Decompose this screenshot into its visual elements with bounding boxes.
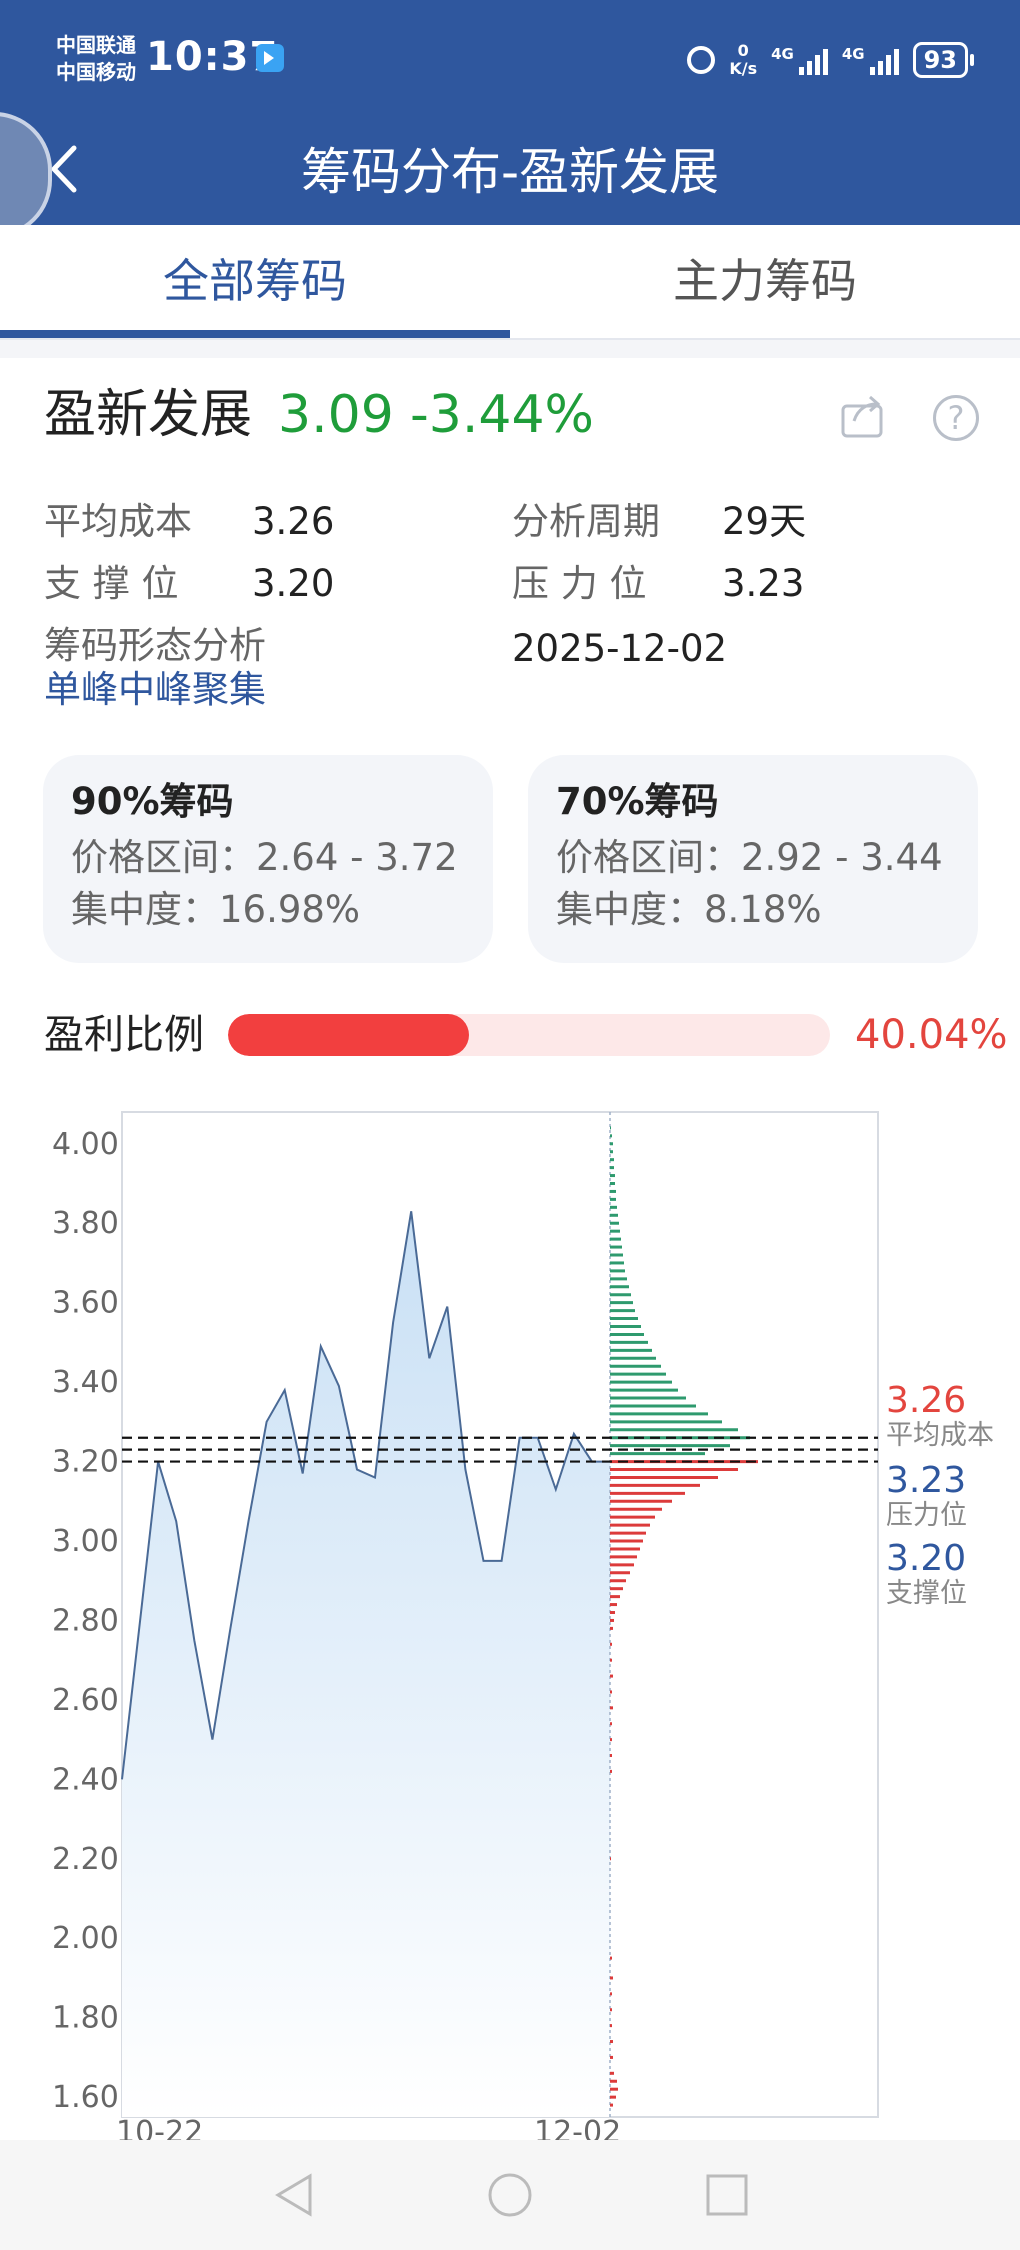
range-label: 价格区间：: [556, 836, 741, 879]
stock-name: 盈新发展: [44, 385, 253, 445]
y-tick-label: 2.00: [52, 1921, 119, 1956]
y-tick-label: 3.80: [52, 1206, 119, 1241]
analysis-date: 2025-12-02: [512, 627, 728, 670]
share-icon[interactable]: [840, 394, 888, 438]
avg-cost-value: 3.26: [252, 500, 335, 543]
nav-recent-icon[interactable]: [702, 2170, 752, 2220]
tab-all-chips[interactable]: 全部筹码: [0, 225, 510, 338]
stock-price: 3.09: [278, 385, 394, 445]
support-value: 3.20: [252, 562, 335, 605]
reference-name-label: 平均成本: [886, 1420, 994, 1451]
concentration-value: 8.18%: [704, 888, 822, 931]
card-title: 70%筹码: [556, 780, 719, 823]
system-nav-bar: [0, 2140, 1020, 2250]
status-icons: 0 K/s 4G 4G 93: [687, 38, 975, 82]
concentration-value: 16.98%: [219, 888, 361, 931]
carrier-2: 中国移动: [56, 60, 136, 84]
chips-90-card: 90%筹码 价格区间：2.64 - 3.72 集中度：16.98%: [43, 755, 493, 963]
y-tick-label: 3.20: [52, 1445, 119, 1480]
help-icon[interactable]: ?: [933, 395, 979, 441]
reference-name-label: 支撑位: [886, 1578, 967, 1609]
carrier-info: 中国联通 中国移动: [56, 32, 136, 86]
pressure-value: 3.23: [722, 562, 805, 605]
avg-cost-label: 平均成本: [44, 500, 192, 543]
card-concentration: 集中度：16.98%: [71, 885, 360, 935]
shape-value[interactable]: 单峰中峰聚集: [44, 665, 266, 715]
status-bar: 中国联通 中国移动 10:37 0 K/s 4G 4G 93: [0, 0, 1020, 120]
y-tick-label: 4.00: [52, 1127, 119, 1162]
y-tick-label: 2.60: [52, 1683, 119, 1718]
app-notification-icon: [256, 44, 284, 72]
y-tick-label: 2.40: [52, 1762, 119, 1797]
network-speed: 0 K/s: [729, 42, 757, 78]
network-type-1: 4G: [771, 45, 794, 63]
carrier-1: 中国联通: [56, 33, 136, 57]
concentration-label: 集中度：: [71, 888, 219, 931]
stock-change: -3.44%: [410, 385, 594, 445]
tab-bar: 全部筹码 主力筹码: [0, 225, 1020, 340]
card-range: 价格区间：2.64 - 3.72: [71, 833, 458, 883]
y-tick-label: 1.80: [52, 2001, 119, 2036]
profit-ratio-bar: [228, 1014, 830, 1056]
divider: [0, 340, 1020, 358]
range-value: 2.92 - 3.44: [741, 836, 943, 879]
battery-icon: 93: [912, 42, 975, 78]
reference-value-label: 3.23: [886, 1460, 966, 1501]
y-tick-label: 3.00: [52, 1524, 119, 1559]
network-speed-value: 0: [737, 41, 749, 60]
network-type-2: 4G: [841, 45, 865, 63]
profit-ratio-value: 40.04%: [855, 1012, 1008, 1058]
page-title: 筹码分布-盈新发展: [300, 143, 720, 201]
y-tick-label: 3.40: [52, 1365, 119, 1400]
period-label: 分析周期: [512, 500, 660, 543]
range-value: 2.64 - 3.72: [256, 836, 458, 879]
card-concentration: 集中度：8.18%: [556, 885, 822, 935]
alarm-icon: [687, 46, 716, 74]
card-title: 90%筹码: [71, 780, 234, 823]
support-label: 支 撑 位: [44, 562, 179, 605]
card-range: 价格区间：2.92 - 3.44: [556, 833, 943, 883]
chips-70-card: 70%筹码 价格区间：2.92 - 3.44 集中度：8.18%: [528, 755, 978, 963]
period-value: 29天: [722, 500, 807, 543]
active-tab-indicator: [0, 330, 510, 338]
network-speed-unit: K/s: [729, 59, 758, 78]
nav-bar: 筹码分布-盈新发展: [0, 120, 1020, 225]
nav-home-icon[interactable]: [485, 2170, 535, 2220]
nav-back-icon[interactable]: [270, 2170, 320, 2220]
signal-icon-2: 4G: [842, 45, 899, 75]
signal-icon-1: 4G: [771, 45, 828, 75]
tab-main-chips[interactable]: 主力筹码: [510, 225, 1020, 338]
reference-value-label: 3.20: [886, 1538, 966, 1579]
concentration-label: 集中度：: [556, 888, 704, 931]
y-tick-label: 2.20: [52, 1842, 119, 1877]
shape-label: 筹码形态分析: [44, 624, 266, 667]
range-label: 价格区间：: [71, 836, 256, 879]
profit-ratio-fill: [228, 1014, 470, 1056]
chip-distribution-chart: 4.00 3.80 3.60 3.40 3.20 3.00 2.80 2.60 2.40 2.20…: [52, 1111, 994, 2145]
pressure-label: 压 力 位: [512, 562, 647, 605]
y-tick-label: 2.80: [52, 1603, 119, 1638]
y-tick-label: 1.60: [52, 2080, 119, 2115]
reference-value-label: 3.26: [886, 1380, 966, 1421]
y-tick-label: 3.60: [52, 1286, 119, 1321]
reference-name-label: 压力位: [886, 1500, 967, 1531]
profit-ratio-label: 盈利比例: [44, 1012, 204, 1058]
